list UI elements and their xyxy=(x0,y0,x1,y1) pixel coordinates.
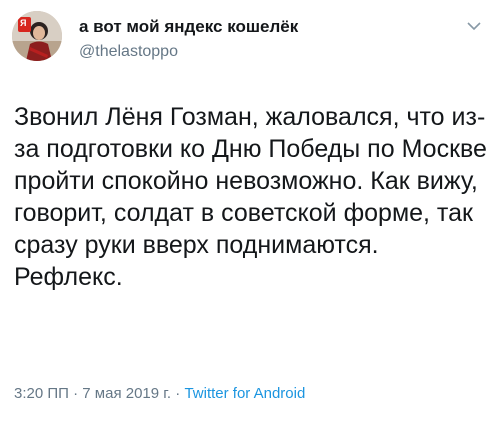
avatar[interactable]: Я xyxy=(12,11,62,61)
tweet-text: Звонил Лёня Гозман, жаловался, что из-за… xyxy=(14,103,494,291)
meta-separator: · xyxy=(68,385,83,402)
tweet-card: Я а вот мой яндекс кошелёк @thelastoppo … xyxy=(0,0,500,425)
tweet-source-link[interactable]: Twitter for Android xyxy=(184,385,305,402)
author-name[interactable]: а вот мой яндекс кошелёк xyxy=(79,17,298,37)
tweet-date[interactable]: 7 мая 2019 г. xyxy=(82,385,171,402)
tweet-meta: 3:20 ПП · 7 мая 2019 г. · Twitter for An… xyxy=(14,385,305,402)
meta-separator: · xyxy=(171,385,185,402)
author-handle[interactable]: @thelastoppo xyxy=(79,43,178,61)
avatar-badge: Я xyxy=(20,18,27,28)
tweet-time[interactable]: 3:20 ПП xyxy=(14,385,69,402)
chevron-down-icon[interactable] xyxy=(466,20,482,32)
